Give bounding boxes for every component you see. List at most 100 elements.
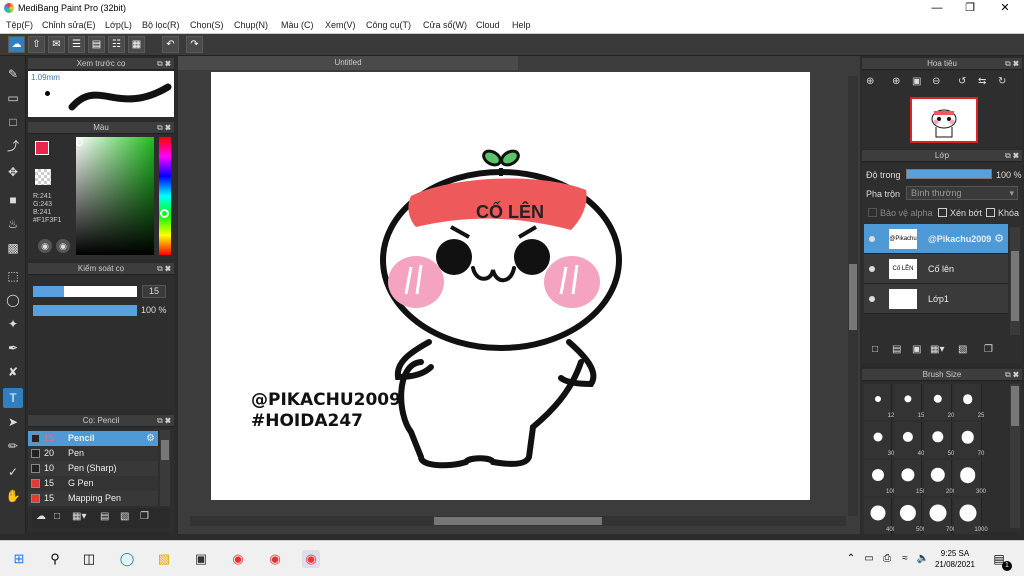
panel-close-icon[interactable]: ⧉ ✖ [157,58,171,70]
grid-icon[interactable]: ▦ [128,36,145,53]
canvas-vertical-scrollbar[interactable] [848,76,858,516]
comment-icon[interactable]: ✉ [48,36,65,53]
select-eraser-tool-icon[interactable]: ✘ [3,362,23,382]
magic-wand-tool-icon[interactable]: ✦ [3,314,23,334]
palette-icon[interactable]: ◉ [38,239,52,253]
scrollbar-thumb[interactable] [1011,251,1019,321]
layer-row[interactable]: Lớp1 [864,284,1008,314]
menu-capture[interactable]: Chụp(N) [234,20,268,30]
stroke-tool-icon[interactable]: ⤴ [3,136,23,156]
brush-size-preset[interactable]: 25 [954,384,984,420]
zoom-out-icon[interactable]: ⊖ [932,76,940,87]
scrollbar-thumb[interactable] [1011,386,1019,426]
windows-start-icon[interactable]: ⊞ [10,550,28,568]
list-icon[interactable]: ☷ [108,36,125,53]
lock-checkbox[interactable] [986,208,995,217]
gear-icon[interactable]: ⚙ [994,232,1004,245]
panel-close-icon[interactable]: ⧉ ✖ [157,263,171,275]
printer-icon[interactable]: ⎙ [878,550,896,568]
brush-size-scrollbar[interactable] [1010,384,1020,528]
rectangle-tool-icon[interactable]: □ [3,112,23,132]
chrome-profile-icon[interactable]: ◉ [266,550,284,568]
battery-icon[interactable]: ▭ [860,550,878,568]
minimize-button[interactable]: — [920,0,954,16]
add-brush-dropdown-icon[interactable]: ▦▾ [72,511,86,522]
panel-close-icon[interactable]: ⧉ ✖ [1005,58,1019,70]
brush-list-item[interactable]: 15 Mapping Pen [28,491,158,506]
clipping-checkbox[interactable] [938,208,947,217]
divide-tool-icon[interactable]: ✏ [3,436,23,456]
panel-close-icon[interactable]: ⧉ ✖ [1005,369,1019,381]
cloud-brush-icon[interactable]: ☁ [36,511,46,522]
store-icon[interactable]: ▣ [192,550,210,568]
blend-mode-select[interactable]: Bình thường ▾ [906,186,1018,200]
new-halftone-layer-icon[interactable]: ▤ [892,344,901,355]
hue-slider[interactable] [159,137,171,255]
brush-size-preset[interactable]: 100 [864,460,896,496]
visibility-eye-icon[interactable] [869,296,875,302]
menu-view[interactable]: Xem(V) [325,20,356,30]
document-tab[interactable]: Untitled [178,56,518,70]
menu-cloud[interactable]: Cloud [476,20,500,30]
brush-settings-icon[interactable]: ▤ [100,511,109,522]
gradient-tool-icon[interactable]: ▩ [3,238,23,258]
brush-size-preset[interactable]: 150 [894,460,926,496]
brush-list-item[interactable]: 20 Pen [28,446,158,461]
visibility-eye-icon[interactable] [869,236,875,242]
maximize-button[interactable]: ❐ [953,0,987,16]
brush-size-preset[interactable]: 70 [954,422,984,458]
brush-opacity-slider[interactable] [33,305,137,316]
panel-close-icon[interactable]: ⧉ ✖ [1005,150,1019,162]
medibang-taskbar-icon[interactable]: ◉ [302,550,320,568]
rotate-left-icon[interactable]: ↺ [958,76,966,87]
layer-opacity-slider[interactable] [906,169,992,179]
brush-size-preset[interactable]: 30 [864,422,894,458]
fit-screen-icon[interactable]: ▣ [912,76,921,87]
brush-size-preset[interactable]: 200 [924,460,956,496]
color-mix-icon[interactable]: ◉ [56,239,70,253]
brush-size-preset[interactable]: 400 [864,498,896,534]
drawing-canvas[interactable]: CỐ LÊN @PIKACHU2009 #HOIDA247 [211,72,810,500]
flip-icon[interactable]: ⇆ [978,76,986,87]
brush-list-item[interactable]: 10 Pen (Sharp) [28,461,158,476]
brush-tool-icon[interactable]: ✎ [3,64,23,84]
scrollbar-thumb[interactable] [434,517,602,525]
menu-layer[interactable]: Lớp(L) [105,20,132,30]
select-tool-icon[interactable]: ⬚ [3,266,23,286]
file-explorer-icon[interactable]: ▧ [155,550,173,568]
brush-size-preset[interactable]: 700 [924,498,956,534]
redo-icon[interactable]: ↷ [186,36,203,53]
move-tool-icon[interactable]: ✥ [3,162,23,182]
visibility-eye-icon[interactable] [869,266,875,272]
gear-icon[interactable]: ⚙ [146,431,155,446]
brush-list-item[interactable]: 15 G Pen [28,476,158,491]
navigator-thumbnail[interactable] [910,97,978,143]
wifi-icon[interactable]: ≈ [896,550,914,568]
clock[interactable]: 9:25 SA 21/08/2021 [932,548,978,570]
bucket-tool-icon[interactable]: ♨ [3,214,23,234]
panel-close-icon[interactable]: ⧉ ✖ [157,415,171,427]
menu-help[interactable]: Help [512,20,531,30]
protect-alpha-checkbox[interactable] [868,208,877,217]
color-picker-cursor[interactable] [76,139,83,146]
folder-icon[interactable]: ▧ [120,511,129,522]
hand-tool-icon[interactable]: ✋ [3,486,23,506]
text-tool-icon[interactable]: T [3,388,23,408]
brush-size-preset[interactable]: 12 [864,384,894,420]
brush-size-value[interactable]: 15 [142,285,166,298]
brush-list-item[interactable]: 15 Pencil ⚙ [28,431,158,446]
layer-row[interactable]: @Pikachu @Pikachu2009 ⚙ [864,224,1008,254]
layer-row[interactable]: Cố LÊN Cố lên [864,254,1008,284]
saturation-value-picker[interactable] [76,137,154,255]
hue-slider-handle[interactable] [160,209,169,218]
menu-color[interactable]: Màu (C) [281,20,314,30]
select-pen-tool-icon[interactable]: ✒ [3,338,23,358]
menu-edit[interactable]: Chỉnh sửa(E) [42,20,96,30]
panel-close-icon[interactable]: ⧉ ✖ [157,122,171,134]
duplicate-layer-icon[interactable]: ❐ [984,344,993,355]
lasso-tool-icon[interactable]: ◯ [3,290,23,310]
search-icon[interactable]: ⚲ [46,550,64,568]
document-icon[interactable]: ▤ [88,36,105,53]
layer-folder-icon[interactable]: ▧ [958,344,967,355]
zoom-plus-icon[interactable]: ⊕ [892,76,900,87]
